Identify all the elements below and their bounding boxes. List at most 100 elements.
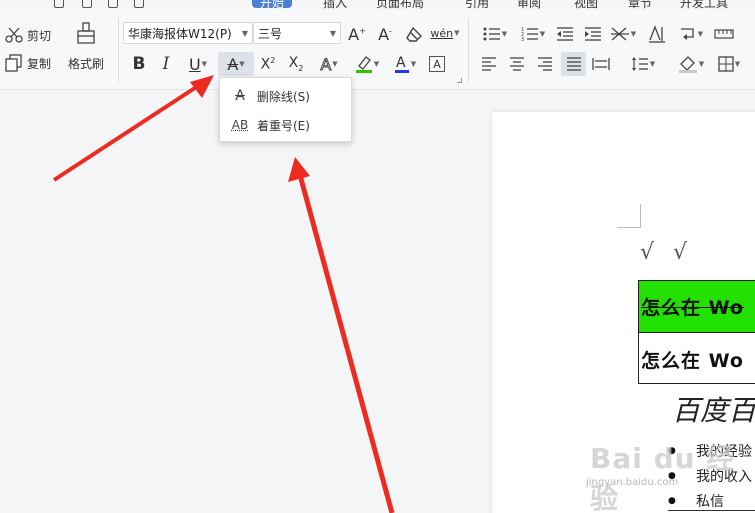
svg-text:A: A — [396, 55, 406, 71]
tab-review[interactable]: 审阅 — [517, 0, 541, 10]
align-left-button[interactable] — [478, 53, 500, 75]
align-center-icon — [510, 57, 524, 71]
superscript-button[interactable]: X2 — [256, 52, 280, 76]
grow-font-icon: A+ — [348, 24, 366, 44]
subscript-button[interactable]: X2 — [284, 52, 308, 76]
chinese-layout-button[interactable]: ▼ — [608, 23, 638, 45]
tab-chapter[interactable]: 章节 — [628, 0, 652, 10]
bold-icon: B — [132, 54, 146, 74]
divider — [668, 510, 755, 511]
document-page[interactable]: √ √ 怎么在 Wo 怎么在 Wo 百度百 我的经验 我的收入 私信 — [492, 112, 755, 513]
strikethrough-icon: A — [235, 88, 245, 104]
font-dialog-launcher-icon[interactable] — [457, 78, 462, 83]
chinese-layout-icon — [610, 27, 629, 41]
tab-reference[interactable]: 引用 — [465, 0, 489, 10]
borders-button[interactable]: ▼ — [712, 53, 746, 75]
font-size-select[interactable]: 三号 ▼ — [253, 22, 341, 44]
line-break-button[interactable]: ▼ — [674, 23, 708, 45]
phonetic-guide-icon: wén — [430, 26, 454, 40]
grow-font-button[interactable]: A+ — [346, 23, 368, 45]
list-item[interactable]: 我的经验 — [668, 438, 752, 463]
document-table[interactable]: 怎么在 Wo 怎么在 Wo — [638, 280, 755, 384]
tab-stops-button[interactable] — [712, 23, 736, 45]
font-color-icon: A — [394, 55, 409, 73]
svg-text:3: 3 — [521, 37, 524, 42]
document-heading[interactable]: 百度百 — [672, 389, 755, 429]
text-effect-icon: A — [320, 54, 332, 74]
increase-indent-button[interactable] — [582, 23, 604, 45]
strikethrough-icon: A — [227, 54, 239, 74]
shrink-font-button[interactable]: A- — [374, 23, 396, 45]
table-row[interactable]: 怎么在 Wo — [639, 281, 755, 333]
text-effect-button[interactable]: A ▼ — [312, 52, 346, 76]
chevron-down-icon: ▼ — [630, 30, 637, 38]
justify-icon — [566, 57, 581, 71]
font-color-button[interactable]: A ▼ — [388, 52, 422, 76]
menu-item-strikethrough[interactable]: A 删除线(S) — [220, 83, 351, 109]
cut-button[interactable]: 剪切 — [4, 24, 51, 46]
format-painter-button[interactable]: 格式刷 — [62, 54, 110, 72]
bullet-list-icon — [483, 27, 500, 41]
italic-icon: I — [162, 54, 170, 74]
ribbon-tab-strip: 开始 插入 页面布局 引用 审阅 视图 章节 开发工具 — [0, 0, 755, 10]
character-border-button[interactable]: A — [426, 53, 448, 75]
format-painter-icon[interactable] — [64, 22, 108, 44]
menu-item-label: 删除线(S) — [257, 89, 310, 104]
chevron-down-icon: ▼ — [698, 60, 705, 68]
distributed-align-icon — [592, 58, 610, 70]
tab-developer[interactable]: 开发工具 — [680, 0, 728, 10]
quick-access-icon[interactable] — [134, 0, 144, 8]
shading-button[interactable]: ▼ — [674, 53, 708, 75]
justify-button[interactable] — [561, 52, 586, 76]
strikethrough-button[interactable]: A ▼ — [218, 52, 254, 76]
font-name-value: 华康海报体W12(P) — [128, 26, 232, 41]
chevron-down-icon: ▼ — [332, 60, 338, 68]
align-center-button[interactable] — [506, 53, 528, 75]
tab-insert[interactable]: 插入 — [323, 0, 347, 10]
phonetic-guide-button[interactable]: wén ▼ — [430, 22, 460, 44]
clear-format-button[interactable] — [404, 23, 426, 45]
arrow-to-dropdown — [297, 174, 395, 513]
menu-item-emphasis-mark[interactable]: AB 着重号(E) — [220, 112, 351, 138]
numbered-list-button[interactable]: 1 2 3 ▼ — [516, 23, 550, 45]
italic-button[interactable]: I — [155, 52, 177, 76]
table-row[interactable]: 怎么在 Wo — [639, 333, 755, 385]
bullet-list-button[interactable]: ▼ — [478, 23, 512, 45]
decrease-indent-icon — [557, 27, 573, 41]
line-spacing-button[interactable]: ▼ — [626, 53, 660, 75]
superscript-icon: X2 — [260, 55, 276, 73]
copy-button[interactable]: 复制 — [4, 52, 51, 74]
text-direction-icon — [649, 25, 665, 43]
sqrt-symbols: √ √ — [640, 240, 694, 265]
distributed-align-button[interactable] — [590, 53, 612, 75]
underline-button[interactable]: U ▼ — [181, 52, 215, 76]
strikethrough-dropdown: A 删除线(S) AB 着重号(E) — [219, 77, 352, 142]
save-icon[interactable] — [54, 0, 64, 8]
chevron-down-icon: ▼ — [734, 60, 741, 68]
chevron-down-icon: ▼ — [410, 60, 417, 68]
highlight-button[interactable]: ▼ — [350, 52, 384, 76]
print-preview-icon[interactable] — [108, 0, 118, 8]
chevron-down-icon: ▼ — [241, 28, 248, 38]
list-item[interactable]: 我的收入 — [668, 463, 752, 488]
subscript-icon: X2 — [288, 55, 304, 73]
borders-icon — [718, 56, 734, 72]
show-hide-marks-button[interactable] — [646, 23, 668, 45]
chevron-down-icon: ▼ — [454, 29, 460, 37]
tab-layout[interactable]: 页面布局 — [376, 0, 424, 10]
group-separator — [118, 18, 119, 82]
margin-corner-mark — [617, 204, 641, 228]
align-right-icon — [538, 57, 552, 71]
copy-icon — [5, 54, 22, 72]
font-name-select[interactable]: 华康海报体W12(P) ▼ — [123, 22, 253, 44]
tab-view[interactable]: 视图 — [574, 0, 598, 10]
font-size-value: 三号 — [258, 26, 283, 41]
print-icon[interactable] — [82, 0, 92, 8]
decrease-indent-button[interactable] — [554, 23, 576, 45]
bold-button[interactable]: B — [128, 52, 150, 76]
ribbon-toolbar: 剪切 复制 格式刷 华康海报体W12(P) ▼ 三号 ▼ A+ A- wén▼ — [0, 10, 755, 90]
tab-start[interactable]: 开始 — [252, 0, 293, 10]
align-right-button[interactable] — [534, 53, 556, 75]
bullet-list: 我的经验 我的收入 私信 — [668, 438, 752, 513]
copy-label: 复制 — [27, 56, 52, 71]
